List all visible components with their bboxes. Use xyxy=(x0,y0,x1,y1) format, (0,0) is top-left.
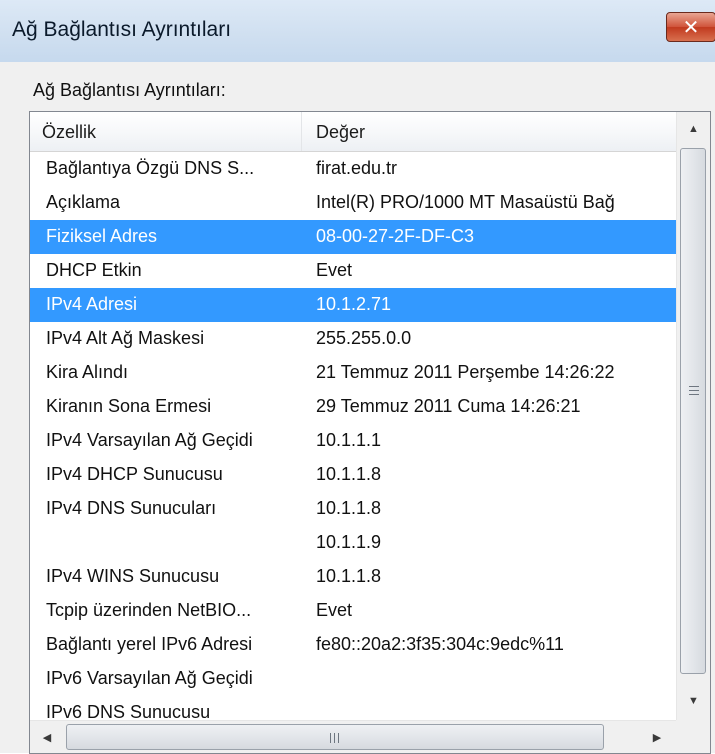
value-cell: 21 Temmuz 2011 Perşembe 14:26:22 xyxy=(316,362,615,382)
value-cell: 10.1.1.8 xyxy=(316,498,382,518)
thumb-grip-icon xyxy=(689,386,699,395)
table-row[interactable]: DHCP Etkin Evet xyxy=(30,254,676,288)
scroll-right-button[interactable]: ▶ xyxy=(640,721,674,753)
value-cell: Evet xyxy=(316,600,353,620)
title-bar: Ağ Bağlantısı Ayrıntıları ✕ xyxy=(0,0,715,62)
scroll-up-button[interactable]: ▲ xyxy=(677,112,710,146)
property-cell: Tcpip üzerinden NetBIO... xyxy=(46,600,252,620)
column-header-property[interactable]: Özellik xyxy=(30,112,302,151)
scrollbar-corner xyxy=(676,720,710,753)
property-cell: Fiziksel Adres xyxy=(46,226,158,246)
value-cell: 29 Temmuz 2011 Cuma 14:26:21 xyxy=(316,396,581,416)
details-group-label: Ağ Bağlantısı Ayrıntıları: xyxy=(33,80,226,100)
value-cell: 10.1.1.8 xyxy=(316,464,382,484)
property-cell: IPv4 DHCP Sunucusu xyxy=(46,464,223,484)
close-button[interactable]: ✕ xyxy=(666,12,715,42)
scroll-down-arrow-icon: ▼ xyxy=(688,695,699,707)
close-icon: ✕ xyxy=(682,16,700,39)
vertical-scrollbar[interactable]: ▲ ▼ xyxy=(676,112,710,720)
table-row[interactable]: IPv4 DNS Sunucuları 10.1.1.8 xyxy=(30,492,676,526)
table-row[interactable]: Fiziksel Adres 08-00-27-2F-DF-C3 xyxy=(30,220,676,254)
property-cell: Açıklama xyxy=(46,192,121,212)
value-cell: Evet xyxy=(316,260,353,280)
value-cell: 08-00-27-2F-DF-C3 xyxy=(316,226,475,246)
property-cell: Bağlantıya Özgü DNS S... xyxy=(46,158,255,178)
horizontal-scrollbar[interactable]: ◀ ▶ xyxy=(30,720,676,753)
scroll-up-arrow-icon: ▲ xyxy=(688,123,699,135)
value-cell: 10.1.1.9 xyxy=(316,532,382,552)
dialog-body: Ağ Bağlantısı Ayrıntıları: Özellik Değer… xyxy=(0,62,715,754)
property-cell: Bağlantı yerel IPv6 Adresi xyxy=(46,634,253,654)
property-cell: Kira Alındı xyxy=(46,362,129,382)
table-row[interactable]: Kira Alındı 21 Temmuz 2011 Perşembe 14:26… xyxy=(30,356,676,390)
scroll-down-button[interactable]: ▼ xyxy=(677,684,710,718)
table-row[interactable]: IPv4 DHCP Sunucusu 10.1.1.8 xyxy=(30,458,676,492)
property-cell: IPv4 Alt Ağ Maskesi xyxy=(46,328,205,348)
scroll-left-button[interactable]: ◀ xyxy=(30,721,64,753)
table-row[interactable]: Kiranın Sona Ermesi 29 Temmuz 2011 Cuma 1… xyxy=(30,390,676,424)
value-cell: fe80::20a2:3f35:304c:9edc%11 xyxy=(316,634,564,654)
list-header: Özellik Değer xyxy=(30,112,676,152)
table-row[interactable]: Bağlantıya Özgü DNS S... firat.edu.tr xyxy=(30,152,676,186)
table-row[interactable]: IPv6 Varsayılan Ağ Geçidi xyxy=(30,662,676,696)
property-cell: IPv6 Varsayılan Ağ Geçidi xyxy=(46,668,253,688)
table-row[interactable]: IPv4 Adresi 10.1.2.71 xyxy=(30,288,676,322)
thumb-grip-icon xyxy=(330,733,339,743)
property-cell: IPv4 Adresi xyxy=(46,294,138,314)
table-row[interactable]: 10.1.1.9 xyxy=(30,526,676,560)
table-row[interactable]: IPv4 WINS Sunucusu 10.1.1.8 xyxy=(30,560,676,594)
table-row[interactable]: IPv4 Varsayılan Ağ Geçidi 10.1.1.1 xyxy=(30,424,676,458)
value-cell: firat.edu.tr xyxy=(316,158,398,178)
scroll-right-arrow-icon: ▶ xyxy=(652,731,662,744)
value-cell: 10.1.1.1 xyxy=(316,430,382,450)
value-cell: 10.1.2.71 xyxy=(316,294,392,314)
scroll-left-arrow-icon: ◀ xyxy=(42,731,52,744)
property-cell: Kiranın Sona Ermesi xyxy=(46,396,212,416)
table-row[interactable]: Bağlantı yerel IPv6 Adresi fe80::20a2:3f3… xyxy=(30,628,676,662)
horizontal-scroll-thumb[interactable] xyxy=(66,724,604,750)
value-cell: 255.255.0.0 xyxy=(316,328,412,348)
details-listview[interactable]: Özellik Değer Bağlantıya Özgü DNS S... fi… xyxy=(29,111,711,754)
table-row[interactable]: Açıklama Intel(R) PRO/1000 MT Masaüstü Ba… xyxy=(30,186,676,220)
table-row[interactable]: Tcpip üzerinden NetBIO... Evet xyxy=(30,594,676,628)
vertical-scroll-thumb[interactable] xyxy=(680,148,706,674)
property-cell: IPv4 DNS Sunucuları xyxy=(46,498,217,518)
value-cell: Intel(R) PRO/1000 MT Masaüstü Bağ xyxy=(316,192,615,212)
property-cell: IPv4 Varsayılan Ağ Geçidi xyxy=(46,430,253,450)
property-cell: DHCP Etkin xyxy=(46,260,142,280)
window-title: Ağ Bağlantısı Ayrıntıları xyxy=(12,18,232,41)
table-row[interactable]: IPv4 Alt Ağ Maskesi 255.255.0.0 xyxy=(30,322,676,356)
column-header-value[interactable]: Değer xyxy=(302,112,676,151)
value-cell: 10.1.1.8 xyxy=(316,566,382,586)
property-cell: IPv4 WINS Sunucusu xyxy=(46,566,220,586)
list-rows: Bağlantıya Özgü DNS S... firat.edu.tr Açık… xyxy=(30,152,676,730)
